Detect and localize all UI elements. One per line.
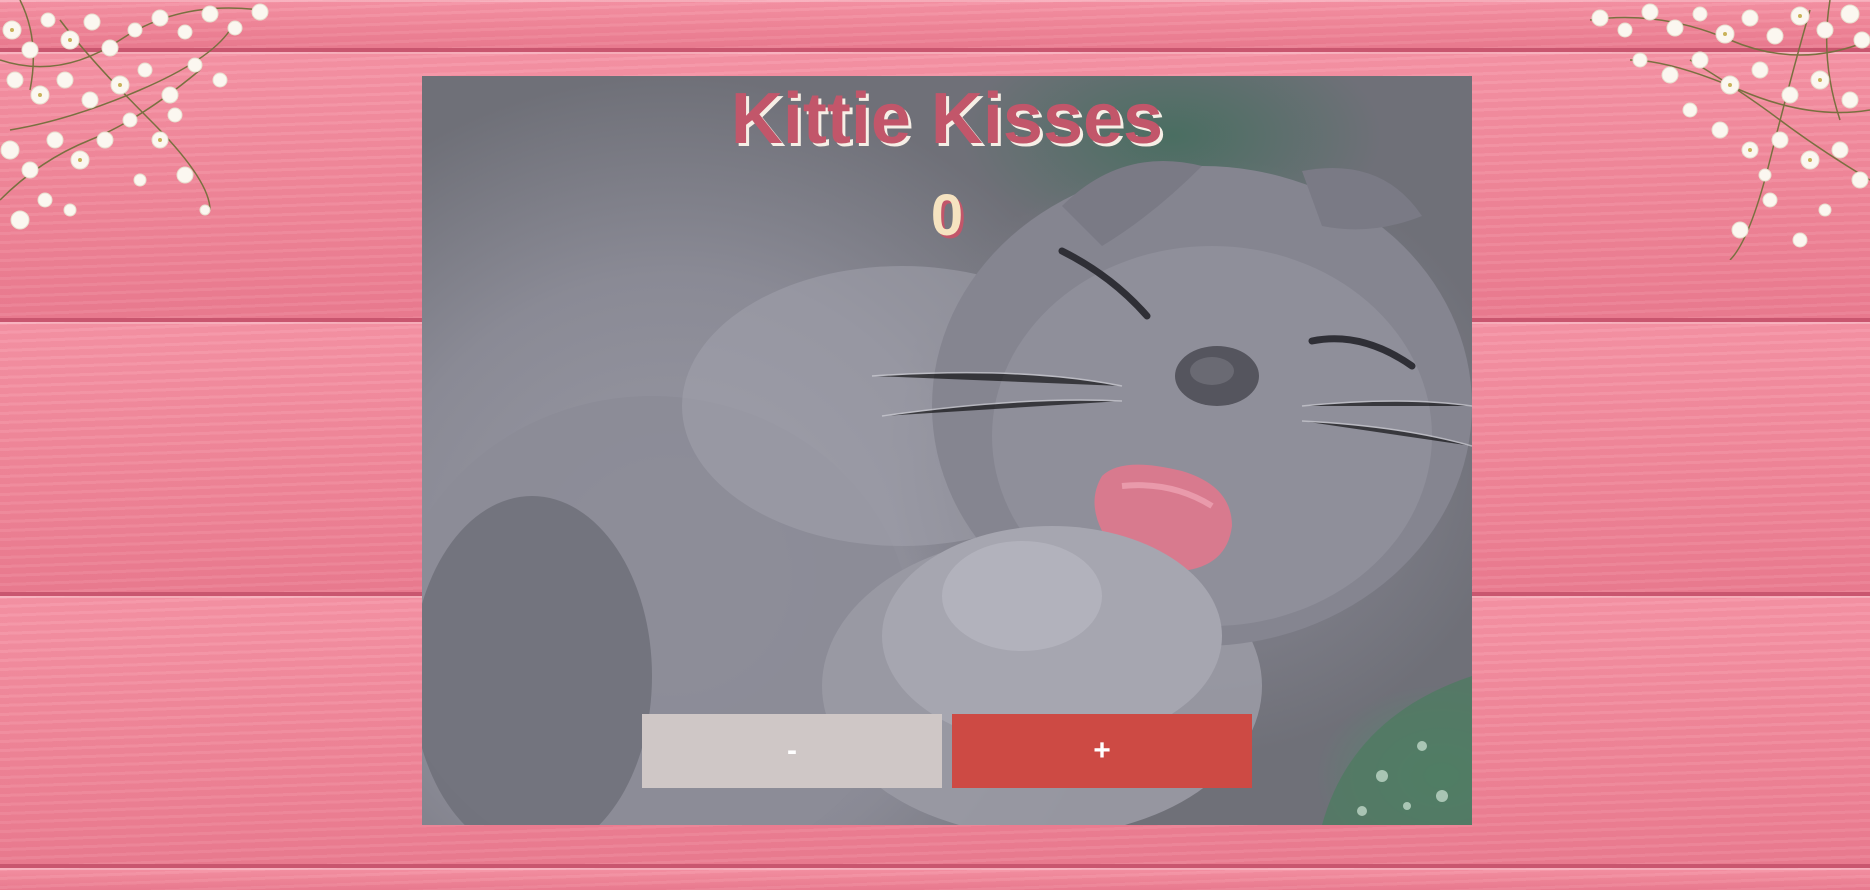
flowers-left-icon — [0, 0, 269, 230]
flowers-right-icon — [1589, 0, 1870, 260]
plank — [0, 868, 1870, 890]
decrement-button[interactable]: - — [642, 714, 942, 788]
kitten-card: Kittie Kisses 0 - + — [422, 76, 1472, 825]
increment-button[interactable]: + — [952, 714, 1252, 788]
kiss-counter: 0 — [930, 183, 964, 248]
app-title: Kittie Kisses — [730, 79, 1164, 159]
